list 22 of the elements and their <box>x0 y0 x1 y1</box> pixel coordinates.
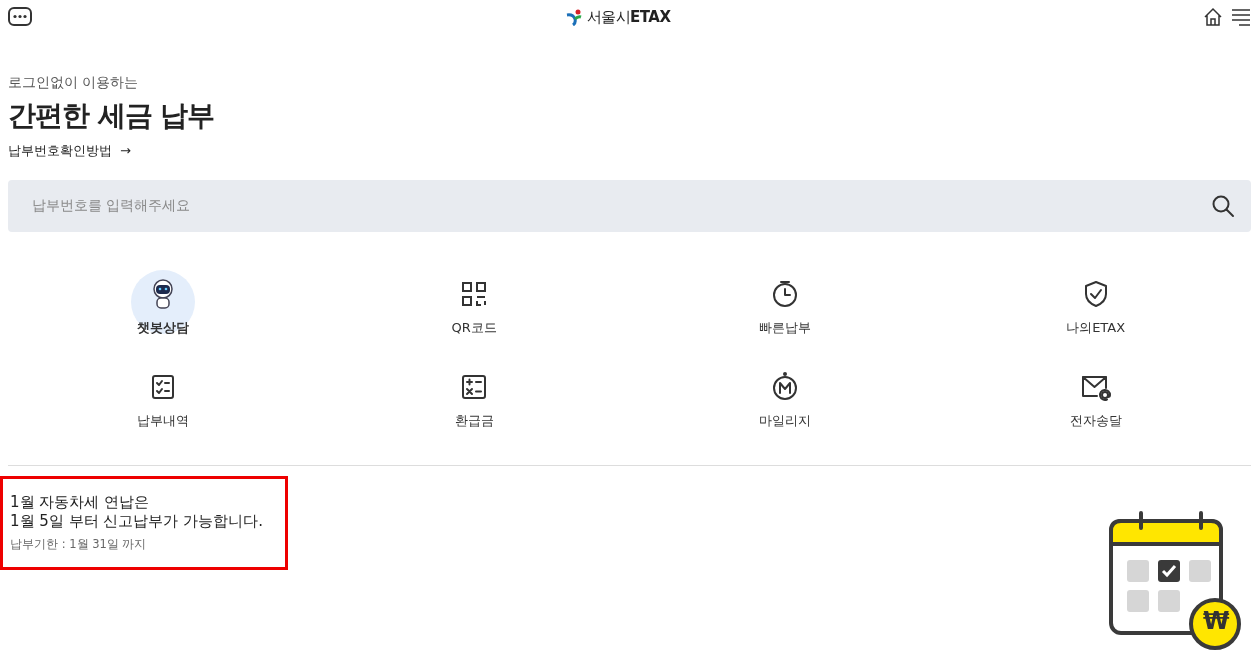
chat-icon[interactable] <box>8 7 32 27</box>
home-icon[interactable] <box>1203 7 1223 27</box>
notice-text: 1월 자동차세 연납은 <box>10 492 151 513</box>
menu-item[interactable]: 나의ETAX <box>1062 269 1129 342</box>
help-link[interactable]: 납부번호확인방법 → <box>8 140 131 161</box>
deadline-text: 납부기한 : 1월 31일 까지 <box>10 535 148 553</box>
search-icon[interactable] <box>1211 193 1235 218</box>
page-title: 간편한 세금 납부 <box>8 99 216 133</box>
menu-item[interactable]: QR코드 <box>441 269 508 342</box>
search-bar[interactable]: 납부번호를 입력해주세요 <box>8 179 1251 232</box>
logo-icon[interactable] <box>564 8 583 26</box>
menu-icon[interactable] <box>1231 8 1251 26</box>
menu-item[interactable]: 빠른납부 <box>751 269 818 342</box>
logo-text[interactable]: 서울시ETAX <box>586 5 671 29</box>
won-symbol: ₩ <box>1203 608 1230 633</box>
menu-item[interactable]: 전자송달 <box>1062 363 1129 435</box>
menu-item[interactable]: 납부내역 <box>130 363 197 435</box>
menu-item[interactable]: 마일리지 <box>751 363 818 435</box>
subtitle: 로그인없이 이용하는 <box>8 73 140 92</box>
menu-item[interactable]: 환급금 <box>441 363 508 435</box>
search-field[interactable]: 납부번호를 입력해주세요 <box>24 194 1211 218</box>
notice-text: 1월 5일 부터 신고납부가 가능합니다. <box>10 512 264 532</box>
